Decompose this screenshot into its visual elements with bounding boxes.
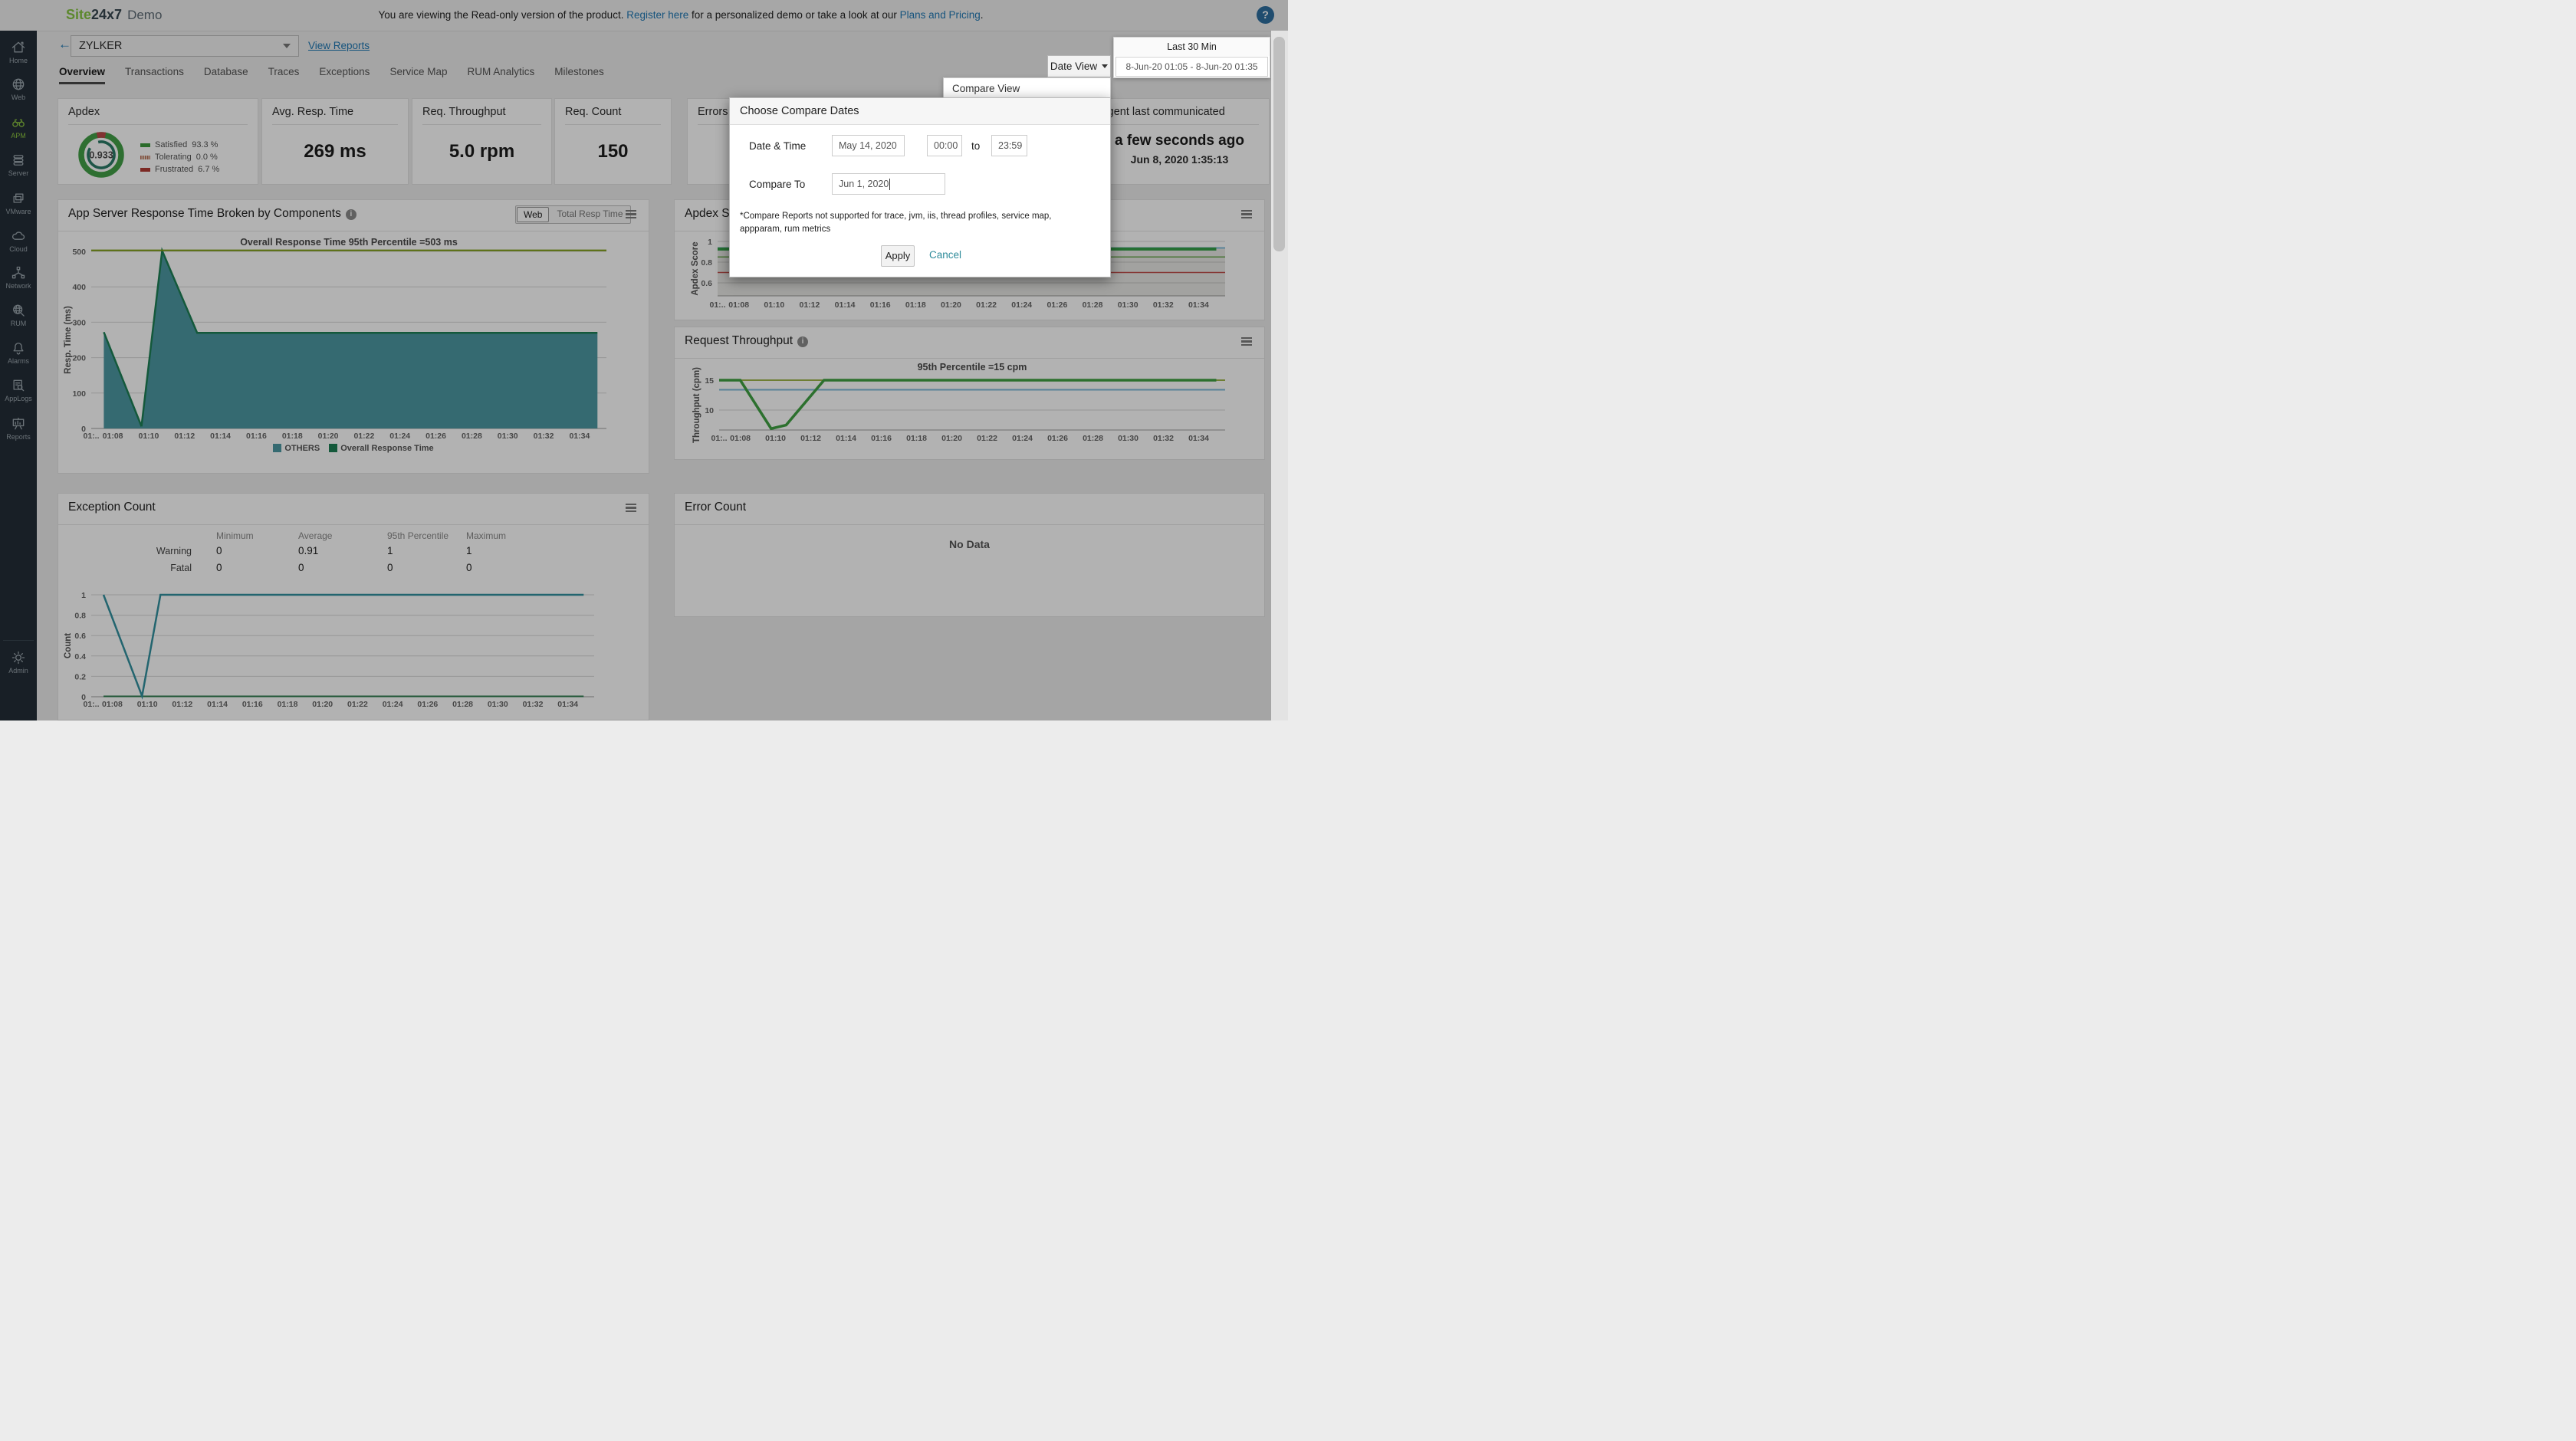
- to-label: to: [971, 140, 980, 152]
- compare-to-label: Compare To: [749, 179, 805, 190]
- compare-date-input[interactable]: May 14, 2020: [832, 135, 905, 156]
- time-from-input[interactable]: 00:00: [927, 135, 962, 156]
- scrollbar-thumb[interactable]: [1273, 37, 1285, 251]
- compare-to-input[interactable]: Jun 1, 2020: [832, 173, 945, 195]
- apply-button[interactable]: Apply: [881, 245, 915, 267]
- date-range-value[interactable]: 8-Jun-20 01:05 - 8-Jun-20 01:35: [1116, 57, 1268, 77]
- date-time-label: Date & Time: [749, 140, 806, 152]
- chevron-down-icon: [1102, 64, 1108, 68]
- dialog-title: Choose Compare Dates: [730, 98, 1110, 125]
- text-cursor: [889, 179, 890, 190]
- time-preset-label[interactable]: Last 30 Min: [1114, 38, 1270, 56]
- cancel-button[interactable]: Cancel: [929, 249, 961, 261]
- time-to-input[interactable]: 23:59: [991, 135, 1027, 156]
- compare-note: *Compare Reports not supported for trace…: [740, 210, 1092, 237]
- date-view-dropdown: Compare View: [943, 77, 1111, 99]
- compare-dates-dialog: Choose Compare Dates Date & Time May 14,…: [729, 97, 1111, 277]
- scrollbar[interactable]: [1271, 31, 1288, 720]
- date-view-button[interactable]: Date View: [1047, 55, 1111, 77]
- time-range-panel: Last 30 Min 8-Jun-20 01:05 - 8-Jun-20 01…: [1113, 37, 1270, 78]
- menu-item-compare-view[interactable]: Compare View: [952, 83, 1020, 94]
